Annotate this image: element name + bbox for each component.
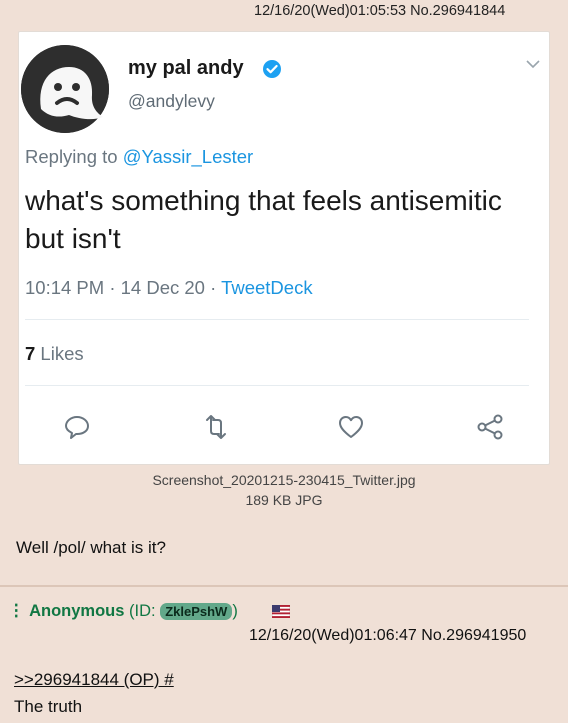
tweet-time-date[interactable]: 10:14 PM · 14 Dec 20 ·: [25, 277, 221, 298]
handle[interactable]: @andylevy: [128, 91, 215, 112]
verified-badge-icon: [263, 60, 281, 78]
replying-to-line: Replying to @Yassir_Lester: [25, 146, 253, 168]
file-info: Screenshot_20201215-230415_Twitter.jpg 1…: [0, 470, 568, 510]
op-post-text: Well /pol/ what is it?: [16, 538, 166, 557]
poster-id-badge[interactable]: ZklePshW: [160, 603, 233, 620]
reply-post-meta: 12/16/20(Wed)01:06:47 No.296941950: [249, 627, 527, 644]
heart-icon[interactable]: [337, 413, 365, 441]
reply-text: The truth: [14, 697, 83, 716]
avatar[interactable]: [21, 45, 109, 133]
poster-id-close: ): [232, 602, 238, 620]
reply-post-header: ⋮ Anonymous (ID: ZklePshW): [8, 601, 238, 621]
tweet-timestamp: 10:14 PM · 14 Dec 20 · TweetDeck: [25, 277, 313, 299]
tweet-screenshot-card[interactable]: my pal andy @andylevy Replying to @Yassi…: [18, 31, 550, 465]
divider: [25, 385, 529, 386]
quote-link[interactable]: >>296941844 (OP) #: [14, 670, 174, 690]
retweet-icon[interactable]: [202, 413, 230, 441]
poster-id-label: (ID:: [129, 602, 161, 620]
tweet-text: what's something that feels antisemitic …: [25, 185, 502, 254]
tweet-client[interactable]: TweetDeck: [221, 277, 313, 298]
likes-number: 7: [25, 343, 36, 364]
file-name-link[interactable]: Screenshot_20201215-230415_Twitter.jpg: [0, 470, 568, 490]
replying-to-mention[interactable]: @Yassir_Lester: [123, 146, 254, 167]
op-post-meta: 12/16/20(Wed)01:05:53 No.296941844: [254, 3, 506, 19]
likes-label: Likes: [35, 343, 84, 364]
likes-count[interactable]: 7 Likes: [25, 343, 84, 365]
post-divider: [0, 585, 568, 587]
replying-to-label: Replying to: [25, 146, 123, 167]
caret-down-icon[interactable]: [525, 57, 541, 71]
share-icon[interactable]: [476, 413, 504, 441]
file-size: 189 KB JPG: [245, 492, 323, 508]
comment-icon[interactable]: [63, 413, 91, 441]
post-menu-icon[interactable]: ⋮: [8, 602, 25, 620]
display-name[interactable]: my pal andy: [128, 57, 244, 80]
divider: [25, 319, 529, 320]
poster-name: Anonymous: [29, 602, 125, 620]
us-flag-icon: [272, 605, 290, 618]
ghost-avatar-icon: [21, 45, 109, 133]
